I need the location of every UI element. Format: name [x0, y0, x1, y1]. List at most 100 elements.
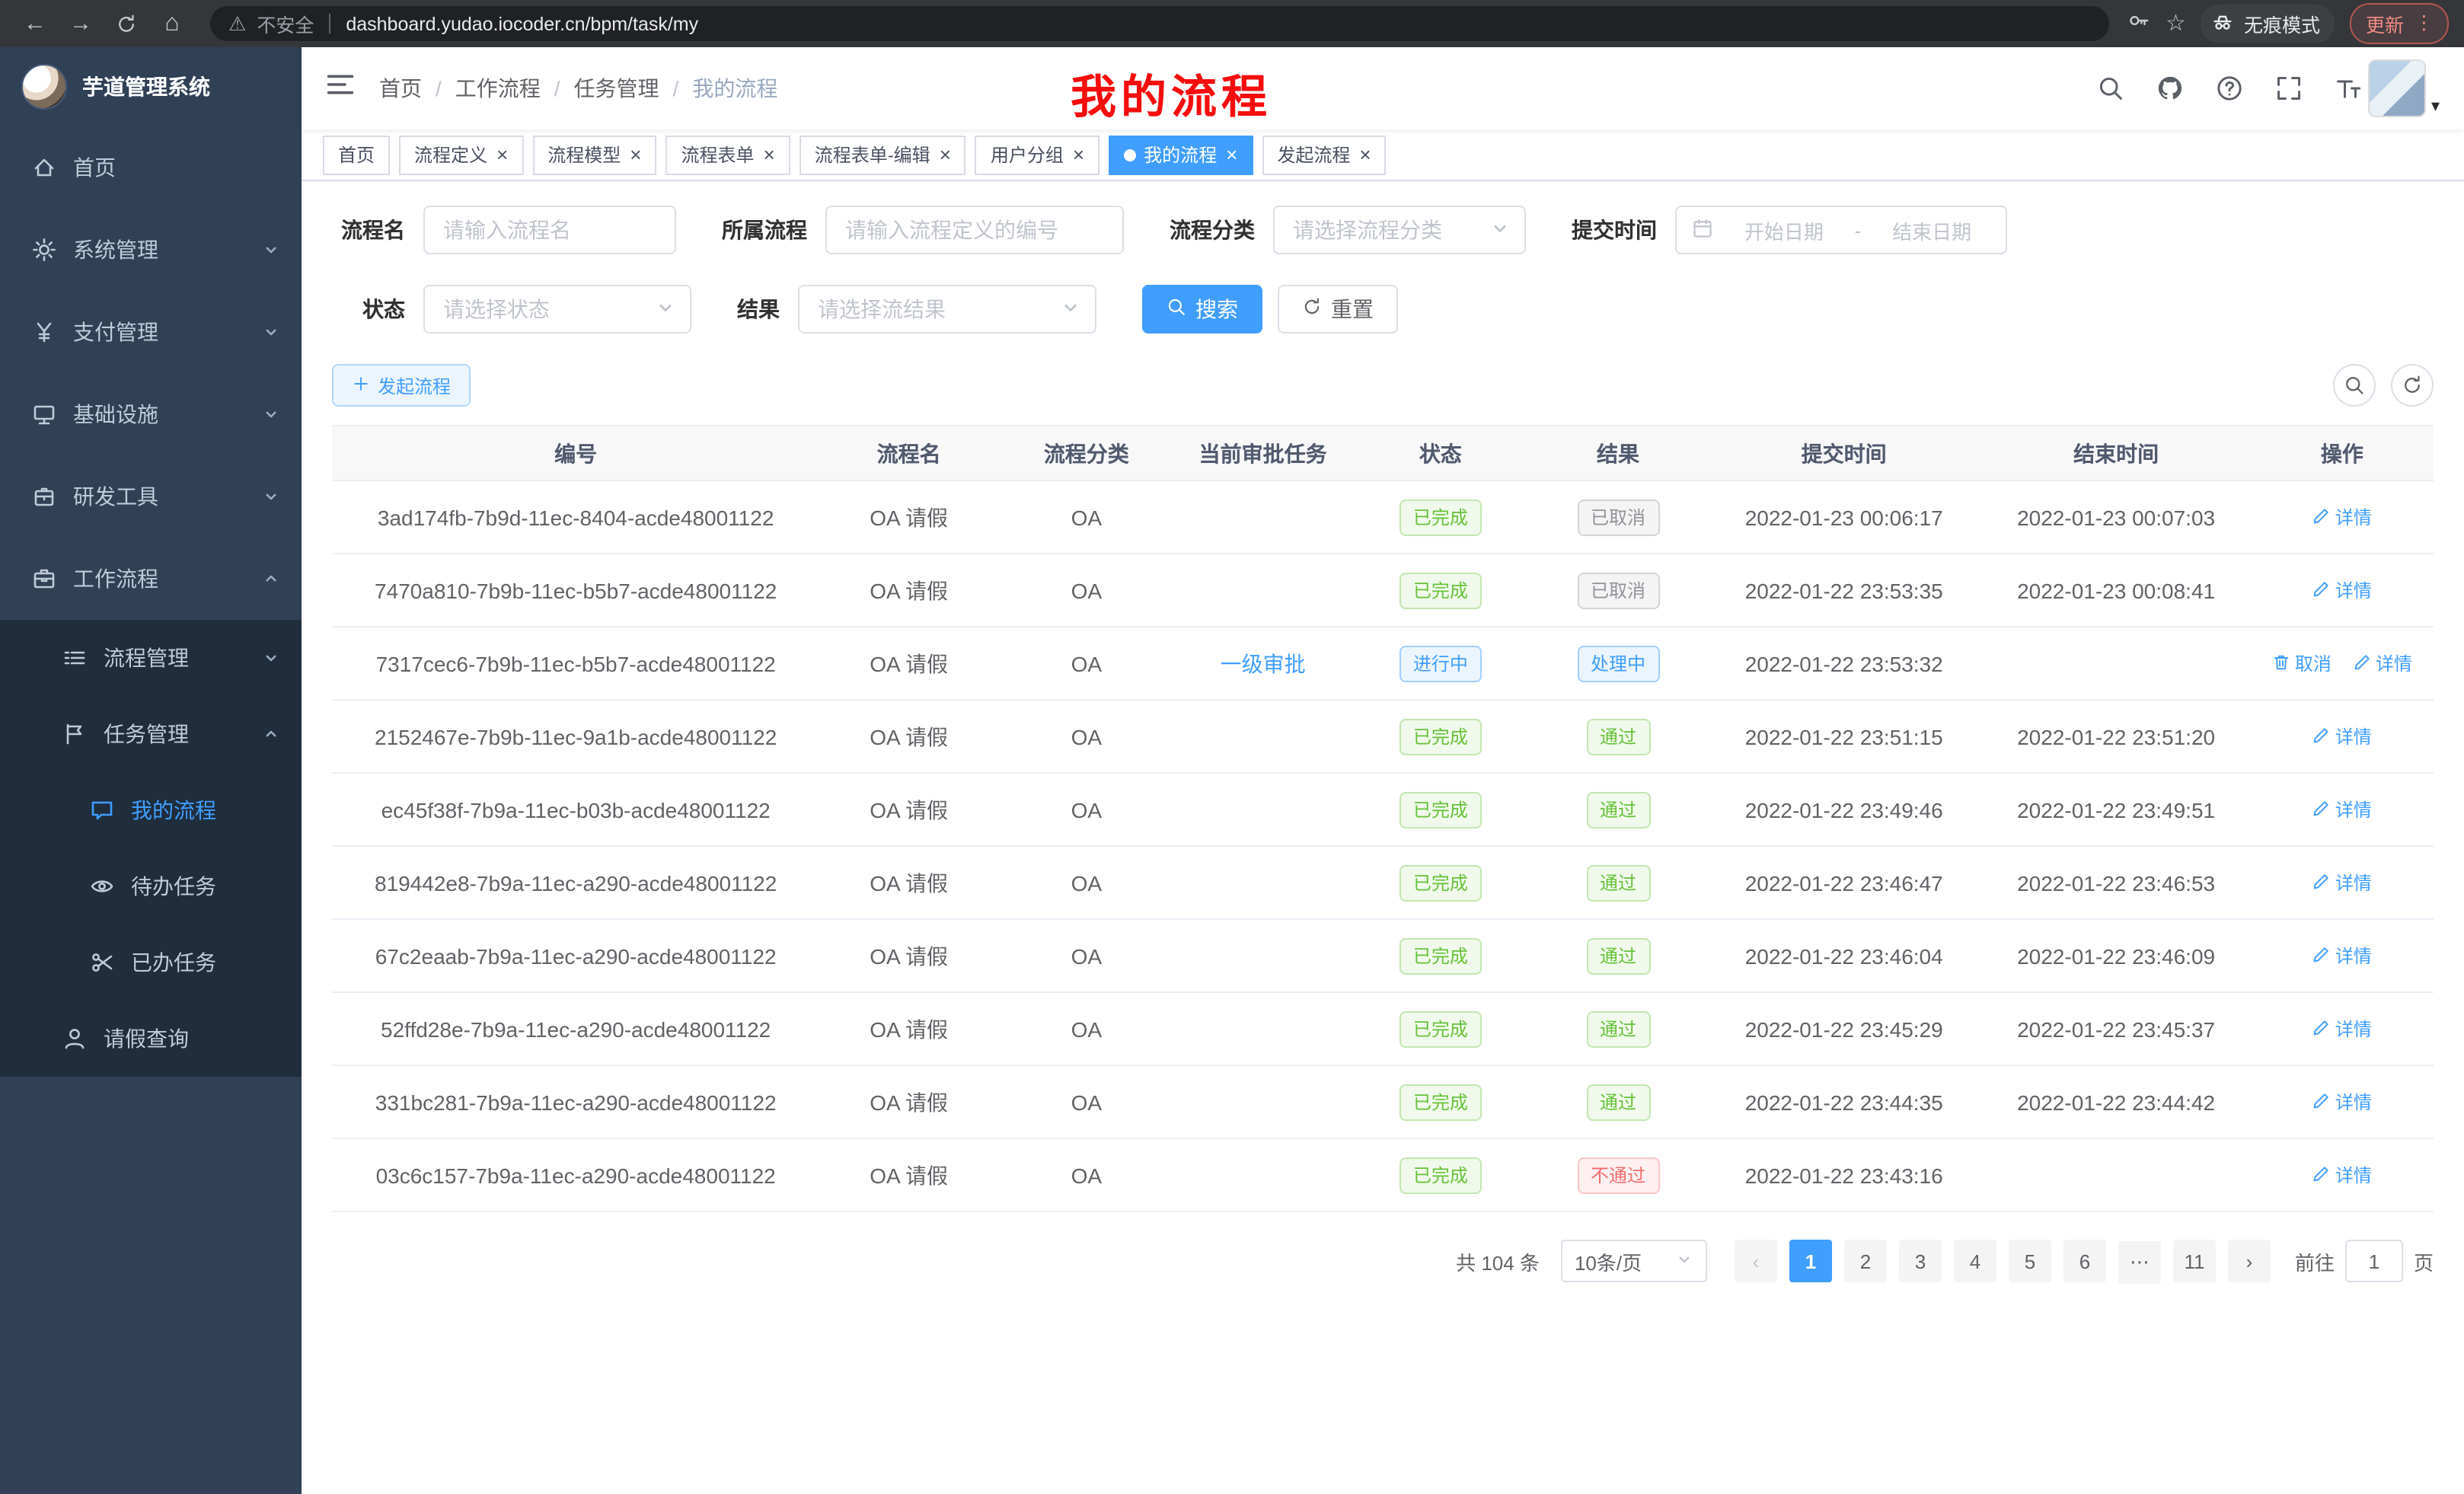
tab-close-icon[interactable]: × — [940, 145, 951, 164]
detail-action-link[interactable]: 详情 — [2353, 650, 2412, 676]
cell-end-time: 2022-01-22 23:46:09 — [1981, 919, 2250, 992]
goto-page-input[interactable] — [2345, 1240, 2403, 1283]
font-size-icon[interactable] — [2335, 75, 2363, 102]
app-logo[interactable]: 芋道管理系统 — [0, 47, 302, 126]
user-avatar-menu[interactable]: ▾ — [2369, 59, 2440, 117]
sidebar-item-task-mgmt[interactable]: 任务管理 — [0, 696, 302, 772]
tab-close-icon[interactable]: × — [496, 145, 508, 164]
cell-status: 已完成 — [1352, 773, 1530, 846]
sidebar-item-home[interactable]: 首页 — [0, 126, 302, 209]
tab-process-definition[interactable]: 流程定义× — [399, 135, 523, 174]
cell-submit-time: 2022-01-22 23:53:32 — [1706, 627, 1982, 700]
action-label: 详情 — [2335, 1162, 2372, 1188]
cell-result: 已取消 — [1530, 480, 1706, 554]
detail-action-link[interactable]: 详情 — [2312, 1089, 2372, 1115]
page-button-6[interactable]: 6 — [2063, 1240, 2106, 1282]
cell-actions: 详情 — [2251, 1138, 2434, 1211]
tab-close-icon[interactable]: × — [1073, 145, 1084, 164]
back-icon[interactable]: ← — [15, 4, 55, 43]
page-button-1[interactable]: 1 — [1789, 1240, 1832, 1282]
detail-action-link[interactable]: 详情 — [2312, 1016, 2372, 1042]
github-icon[interactable] — [2157, 75, 2185, 102]
cell-process-name: OA 请假 — [819, 846, 998, 919]
result-badge: 不通过 — [1577, 1157, 1659, 1193]
tab-home[interactable]: 首页 — [323, 135, 390, 174]
hamburger-icon[interactable] — [326, 70, 355, 107]
breadcrumb-item-1[interactable]: 工作流程 — [455, 73, 541, 104]
toolbar-refresh-icon-button[interactable] — [2391, 364, 2434, 407]
detail-action-link[interactable]: 详情 — [2312, 870, 2372, 895]
detail-action-link[interactable]: 详情 — [2312, 577, 2372, 603]
tab-close-icon[interactable]: × — [764, 145, 775, 164]
avatar — [2369, 59, 2427, 117]
sidebar-item-system[interactable]: 系统管理 — [0, 209, 302, 291]
tab-start-process[interactable]: 发起流程× — [1262, 135, 1386, 174]
refresh-icon[interactable] — [107, 4, 146, 43]
process-name-input[interactable] — [423, 206, 676, 254]
process-def-input[interactable] — [825, 206, 1124, 254]
page-button-11[interactable]: 11 — [2173, 1240, 2216, 1282]
create-process-button[interactable]: 发起流程 — [332, 364, 471, 407]
help-icon[interactable] — [2217, 75, 2244, 102]
forward-icon[interactable]: → — [61, 4, 101, 43]
cell-process-name: OA 请假 — [819, 627, 998, 700]
browser-menu-icon[interactable]: ⋮ — [2415, 14, 2434, 34]
page-button-4[interactable]: 4 — [1954, 1240, 1996, 1282]
page-button-3[interactable]: 3 — [1899, 1240, 1942, 1282]
update-button[interactable]: 更新 ⋮ — [2351, 3, 2449, 44]
breadcrumb-item-0[interactable]: 首页 — [379, 73, 422, 104]
reset-button[interactable]: 重置 — [1278, 285, 1398, 334]
tab-close-icon[interactable]: × — [1226, 145, 1237, 164]
content-area: 流程名 所属流程 流程分类 请选择流程分类 — [302, 181, 2464, 1494]
submit-time-range-picker[interactable]: 开始日期 - 结束日期 — [1675, 206, 2007, 254]
current-task-link[interactable]: 一级审批 — [1221, 651, 1306, 675]
tab-close-icon[interactable]: × — [630, 145, 641, 164]
sidebar-item-process-mgmt[interactable]: 流程管理 — [0, 620, 302, 696]
tab-my-process[interactable]: 我的流程× — [1109, 135, 1253, 174]
tab-process-model[interactable]: 流程模型× — [532, 135, 656, 174]
detail-action-link[interactable]: 详情 — [2312, 796, 2372, 822]
category-select[interactable]: 请选择流程分类 — [1273, 206, 1526, 254]
toolbar-search-icon-button[interactable] — [2333, 364, 2376, 407]
tab-close-icon[interactable]: × — [1359, 145, 1371, 164]
sidebar-item-infra[interactable]: 基础设施 — [0, 373, 302, 455]
table-row: ec45f38f-7b9a-11ec-b03b-acde48001122OA 请… — [332, 773, 2434, 846]
pagination-total: 共 104 条 — [1456, 1247, 1540, 1276]
detail-action-link[interactable]: 详情 — [2312, 943, 2372, 969]
detail-action-link[interactable]: 详情 — [2312, 723, 2372, 749]
cell-id: 2152467e-7b9b-11ec-9a1b-acde48001122 — [332, 700, 819, 773]
sidebar-item-my-process[interactable]: 我的流程 — [0, 772, 302, 848]
cancel-action-link[interactable]: 取消 — [2272, 650, 2332, 676]
result-select[interactable]: 请选择流结果 — [798, 285, 1096, 334]
search-button[interactable]: 搜索 — [1142, 285, 1262, 334]
detail-action-link[interactable]: 详情 — [2312, 504, 2372, 530]
page-button-5[interactable]: 5 — [2009, 1240, 2051, 1282]
tab-process-form[interactable]: 流程表单× — [665, 135, 790, 174]
tab-user-group[interactable]: 用户分组× — [975, 135, 1100, 174]
sidebar-item-payment[interactable]: 支付管理 — [0, 291, 302, 373]
sidebar-item-leave-query[interactable]: 请假查询 — [0, 1001, 302, 1077]
address-bar[interactable]: ⚠ 不安全 dashboard.yudao.iocoder.cn/bpm/tas… — [210, 6, 2109, 41]
warning-icon: ⚠ — [228, 13, 246, 33]
fullscreen-icon[interactable] — [2276, 75, 2303, 102]
tab-process-form-edit[interactable]: 流程表单-编辑× — [800, 135, 966, 174]
next-page-button[interactable]: › — [2228, 1240, 2271, 1283]
sidebar-item-label: 基础设施 — [73, 399, 262, 429]
sidebar-item-devtools[interactable]: 研发工具 — [0, 455, 302, 538]
breadcrumb-item-2[interactable]: 任务管理 — [574, 73, 659, 104]
star-icon[interactable]: ☆ — [2166, 11, 2186, 34]
search-icon[interactable] — [2098, 75, 2125, 102]
sidebar-item-workflow[interactable]: 工作流程 — [0, 538, 302, 620]
edit-icon — [2312, 1093, 2331, 1111]
status-badge: 已完成 — [1400, 572, 1482, 608]
key-icon[interactable] — [2127, 8, 2150, 31]
page-button-2[interactable]: 2 — [1844, 1240, 1887, 1282]
sidebar-item-todo-task[interactable]: 待办任务 — [0, 848, 302, 924]
home-icon[interactable]: ⌂ — [152, 4, 192, 43]
status-select[interactable]: 请选择状态 — [423, 285, 691, 334]
page-size-select[interactable]: 10条/页 — [1561, 1240, 1707, 1283]
page-ellipsis[interactable]: ⋯ — [2118, 1240, 2161, 1283]
detail-action-link[interactable]: 详情 — [2312, 1162, 2372, 1188]
cell-actions: 取消详情 — [2251, 627, 2434, 700]
sidebar-item-done-task[interactable]: 已办任务 — [0, 924, 302, 1001]
